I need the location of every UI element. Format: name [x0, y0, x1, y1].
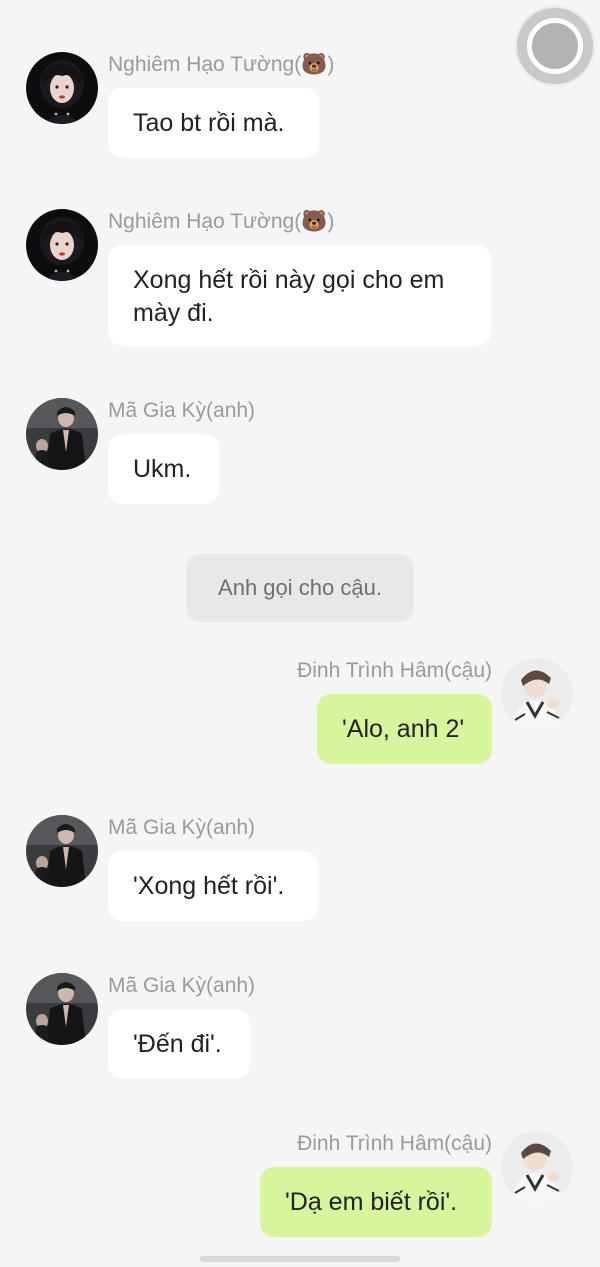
- avatar-ma[interactable]: [26, 973, 98, 1045]
- avatar-dinh[interactable]: [501, 658, 573, 730]
- sender-name: Nghiêm Hạo Tường(🐻): [108, 53, 335, 76]
- message-bubble[interactable]: Tao bt rồi mà.: [108, 88, 319, 158]
- sender-name: Mã Gia Kỳ(anh): [108, 974, 256, 997]
- message-bubble[interactable]: 'Xong hết rồi'.: [108, 851, 318, 921]
- avatar-ma[interactable]: [26, 815, 98, 887]
- sender-name: Nghiêm Hạo Tường(🐻): [108, 210, 335, 233]
- avatar-nghiem[interactable]: [26, 209, 98, 281]
- sender-name: Đinh Trình Hâm(cậu): [297, 1132, 492, 1155]
- sender-name: Mã Gia Kỳ(anh): [108, 816, 256, 839]
- avatar-nghiem[interactable]: [26, 52, 98, 124]
- message-bubble[interactable]: Ukm.: [108, 434, 219, 504]
- call-system-note: Anh gọi cho cậu.: [186, 554, 414, 622]
- sender-name: Mã Gia Kỳ(anh): [108, 399, 256, 422]
- home-indicator[interactable]: [200, 1256, 400, 1262]
- message-bubble[interactable]: 'Dạ em biết rồi'.: [260, 1167, 492, 1237]
- message-bubble[interactable]: 'Đến đi'.: [108, 1009, 250, 1079]
- avatar-dinh[interactable]: [501, 1131, 573, 1203]
- message-bubble[interactable]: 'Alo, anh 2': [317, 694, 492, 764]
- avatar-ma[interactable]: [26, 398, 98, 470]
- sender-name: Đinh Trình Hâm(cậu): [297, 659, 492, 682]
- message-bubble[interactable]: Xong hết rồi này gọi cho em mày đi.: [108, 245, 491, 346]
- floating-ball-icon[interactable]: [517, 8, 593, 84]
- status-bar: [0, 0, 600, 47]
